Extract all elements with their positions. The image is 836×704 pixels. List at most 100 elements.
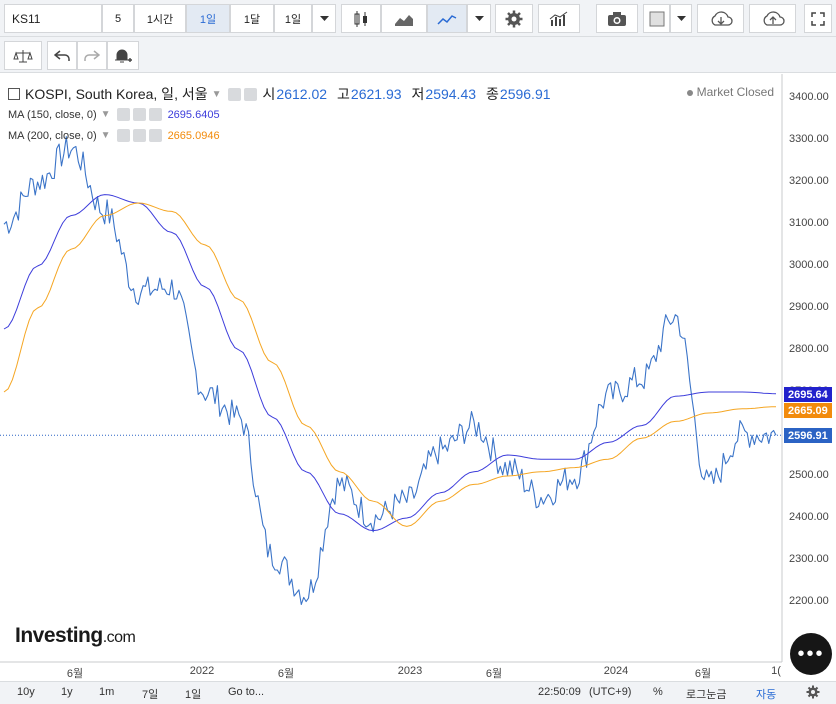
more-options-button[interactable]: ••• — [790, 633, 832, 675]
ma200-actions[interactable] — [116, 129, 162, 142]
close-icon[interactable] — [148, 129, 162, 142]
ma150-actions[interactable] — [116, 108, 162, 121]
indicators-icon — [549, 11, 568, 26]
line-chart-icon — [437, 14, 457, 25]
screenshot-button[interactable] — [596, 4, 638, 33]
area-chart-button[interactable] — [381, 4, 427, 33]
chevron-down-icon — [474, 15, 484, 21]
legend-checkbox[interactable] — [8, 88, 20, 100]
x-tick-label: 6월 — [277, 668, 295, 680]
fullscreen-button[interactable] — [804, 4, 832, 33]
ma150-label: MA (150, close, 0) — [8, 108, 97, 121]
undo-button[interactable] — [47, 41, 77, 70]
percent-toggle[interactable]: % — [653, 686, 663, 698]
compare-button[interactable] — [4, 41, 42, 70]
chart-type-dropdown[interactable] — [467, 4, 491, 33]
settings-button[interactable] — [495, 4, 533, 33]
interval-1d-alt[interactable]: 1일 — [274, 4, 312, 33]
interval-label: 1달 — [243, 13, 261, 26]
y-tick-label: 2200.00 — [789, 595, 829, 607]
y-tick-label: 2900.00 — [789, 301, 829, 313]
bell-plus-icon — [115, 49, 132, 62]
y-tick-label: 3300.00 — [789, 133, 829, 145]
interval-1h[interactable]: 1시간 — [134, 4, 186, 33]
x-tick-label: 2022 — [189, 665, 215, 677]
gear-icon — [806, 685, 820, 699]
x-tick-label: 6월 — [485, 668, 503, 680]
cloud-upload-icon — [763, 10, 785, 26]
market-status-text: Market Closed — [696, 85, 774, 99]
ma200-line — [3, 202, 777, 527]
eye-icon[interactable] — [116, 108, 130, 121]
symbol-input[interactable]: KS11 — [4, 4, 102, 33]
close-icon[interactable] — [148, 108, 162, 121]
range-1d[interactable]: 1일 — [185, 686, 201, 702]
secondary-toolbar — [0, 37, 836, 73]
eye-icon[interactable] — [227, 87, 241, 101]
range-10y[interactable]: 10y — [17, 686, 35, 698]
close-value: 2596.91 — [499, 86, 551, 102]
camera-icon — [608, 11, 626, 26]
gear-icon — [505, 10, 523, 27]
redo-button[interactable] — [77, 41, 107, 70]
redo-icon — [84, 49, 100, 61]
alert-button[interactable] — [107, 41, 139, 70]
load-cloud-button[interactable] — [749, 4, 796, 33]
auto-scale-toggle[interactable]: 자동 — [756, 686, 776, 702]
gear-icon[interactable] — [132, 108, 146, 121]
color-button[interactable] — [643, 4, 670, 33]
chevron-down-icon[interactable]: ▼ — [101, 130, 111, 141]
logo-suffix: .com — [102, 629, 136, 646]
ma200-price-tag: 2665.09 — [784, 403, 832, 418]
cloud-download-icon — [711, 10, 733, 26]
range-7d[interactable]: 7일 — [142, 686, 158, 702]
y-tick-label: 3100.00 — [789, 217, 829, 229]
chevron-down-icon[interactable]: ▼ — [101, 109, 111, 120]
more-dots-icon: ••• — [797, 642, 825, 665]
y-tick-label: 2800.00 — [789, 343, 829, 355]
ma200-label: MA (200, close, 0) — [8, 129, 97, 142]
timezone-button[interactable]: (UTC+9) — [589, 686, 631, 698]
interval-5[interactable]: 5 — [102, 4, 134, 33]
market-status: Market Closed — [686, 85, 774, 99]
ma150-price-tag: 2695.64 — [784, 387, 832, 402]
color-dropdown[interactable] — [670, 4, 692, 33]
low-value: 2594.43 — [425, 86, 477, 102]
status-dot — [686, 89, 693, 96]
y-tick-label: 3000.00 — [789, 259, 829, 271]
interval-label: 1일 — [284, 13, 302, 26]
gear-icon[interactable] — [243, 87, 257, 101]
scales-icon — [13, 49, 33, 62]
chart-area[interactable] — [0, 74, 836, 680]
log-scale-toggle[interactable]: 로그눈금 — [686, 686, 726, 702]
open-label: 시 — [262, 86, 276, 102]
ma200-tag-text: 2665.09 — [788, 404, 828, 417]
open-value: 2612.02 — [276, 86, 328, 102]
goto-button[interactable]: Go to... — [228, 686, 264, 698]
logo-text: Investing — [15, 624, 103, 647]
line-chart-button[interactable] — [427, 4, 467, 33]
chevron-down-icon[interactable]: ▼ — [212, 89, 222, 100]
interval-dropdown[interactable] — [312, 4, 336, 33]
interval-label: 1시간 — [146, 13, 174, 26]
gear-icon[interactable] — [132, 129, 146, 142]
x-tick-label: 2024 — [603, 665, 629, 677]
close-label: 종 — [486, 86, 499, 102]
bottom-bar: 10y 1y 1m 7일 1일 Go to... 22:50:09 (UTC+9… — [0, 681, 836, 704]
chart-legend: KOSPI, South Korea, 일, 서울 ▼ 시 2612.02 고 26… — [8, 84, 561, 104]
range-1y[interactable]: 1y — [61, 686, 73, 698]
low-label: 저 — [411, 86, 425, 102]
interval-label: 1일 — [199, 13, 217, 26]
eye-icon[interactable] — [116, 129, 130, 142]
settings-button[interactable] — [806, 685, 820, 702]
indicators-button[interactable] — [538, 4, 580, 33]
legend-actions[interactable] — [227, 87, 257, 101]
close-price-tag: 2596.91 — [784, 428, 832, 443]
interval-1d[interactable]: 1일 — [186, 4, 230, 33]
candles-button[interactable] — [341, 4, 381, 33]
range-1m[interactable]: 1m — [99, 686, 114, 698]
save-cloud-button[interactable] — [697, 4, 744, 33]
interval-1m[interactable]: 1달 — [230, 4, 274, 33]
ma200-value: 2665.0946 — [167, 129, 220, 142]
interval-label: 5 — [114, 12, 122, 25]
